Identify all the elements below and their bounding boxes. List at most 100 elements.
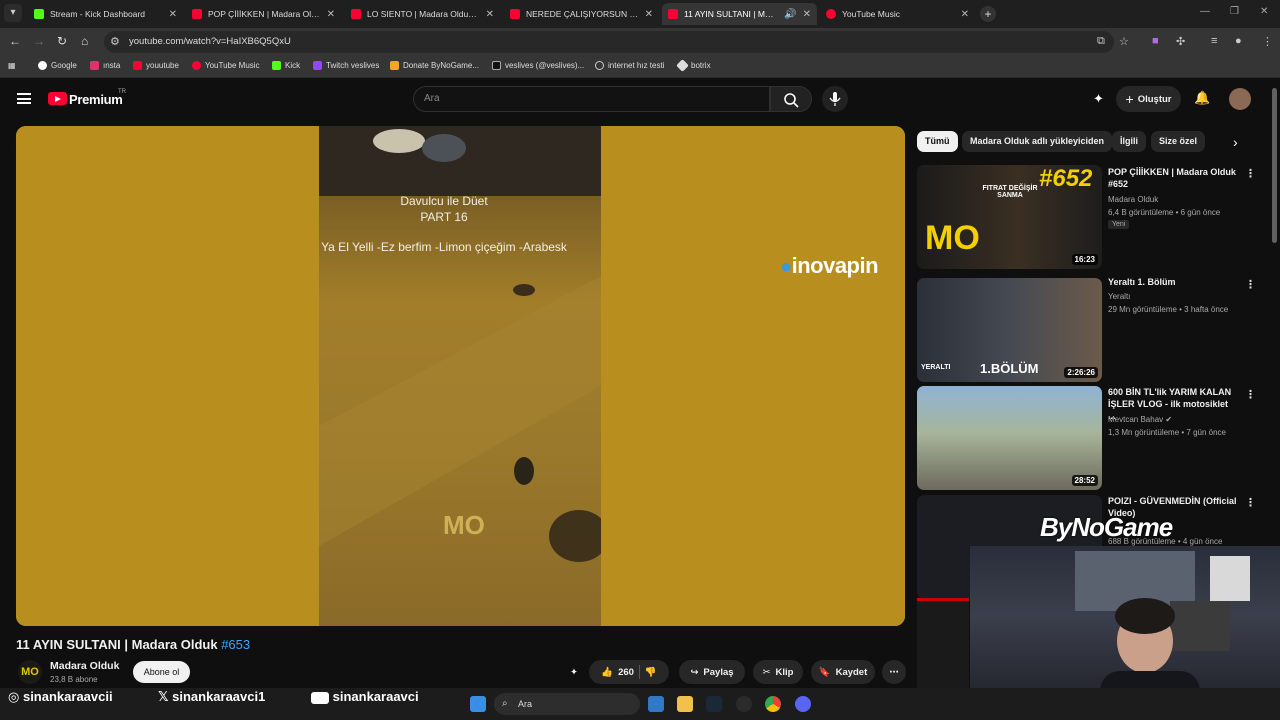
tab-pop-ciiikken[interactable]: POP ÇİİİKKEN | Madara Olduk # ✕	[186, 3, 341, 25]
bookmark-twitch[interactable]: Twitch veslives	[313, 61, 379, 70]
steam-icon[interactable]	[706, 696, 722, 712]
youtube-icon	[668, 9, 678, 19]
sparkle-icon[interactable]: ✦	[1093, 91, 1104, 107]
recommendation-channel[interactable]: Madara Olduk	[1108, 195, 1158, 204]
search-input[interactable]	[413, 86, 770, 112]
bookmark-donate-bynogame[interactable]: Donate ByNoGame...	[390, 61, 479, 70]
account-avatar[interactable]	[1229, 88, 1251, 110]
menu-icon[interactable]	[17, 93, 31, 104]
scrollbar[interactable]	[1272, 88, 1277, 243]
thumbs-down-icon[interactable]: 👎	[645, 667, 657, 678]
like-button[interactable]: 👍 260	[601, 667, 634, 678]
close-icon[interactable]: ✕	[803, 9, 811, 20]
video-hashtag[interactable]: #653	[221, 637, 250, 652]
bookmark-kick[interactable]: Kick	[272, 61, 300, 70]
task-view-icon[interactable]	[648, 696, 664, 712]
chip-all[interactable]: Tümü	[917, 131, 958, 152]
extensions-puzzle-icon[interactable]: ✣	[1176, 35, 1185, 48]
channel-avatar[interactable]: MO	[18, 660, 42, 684]
windows-start-icon[interactable]	[470, 696, 486, 712]
file-explorer-icon[interactable]	[677, 696, 693, 712]
home-icon[interactable]: ⌂	[81, 34, 88, 48]
youtube-logo-icon[interactable]	[48, 92, 67, 105]
close-icon[interactable]: ✕	[645, 9, 653, 20]
save-button[interactable]: 🔖 Kaydet	[811, 660, 875, 684]
chip-related[interactable]: İlgili	[1112, 131, 1146, 152]
recommendation-thumbnail[interactable]	[917, 598, 969, 688]
browser-menu-icon[interactable]: ⋮	[1262, 35, 1273, 48]
minimize-button[interactable]: —	[1200, 6, 1210, 17]
install-app-icon[interactable]: ⧉	[1097, 35, 1105, 48]
close-icon[interactable]: ✕	[327, 9, 335, 20]
profile-avatar[interactable]: ●	[1235, 35, 1242, 47]
media-control-icon[interactable]: ≡	[1211, 35, 1217, 47]
ask-ai-button[interactable]: ✦	[562, 660, 586, 684]
more-vertical-icon[interactable]: ⋮	[1245, 496, 1256, 509]
chevron-right-icon[interactable]: ›	[1233, 134, 1238, 150]
clip-button[interactable]: ✂ Klip	[753, 660, 803, 684]
recommendation-thumbnail[interactable]: MO FITRAT DEĞİŞİR SANMA #652 16:23	[917, 165, 1102, 269]
chip-for-you[interactable]: Size özel	[1151, 131, 1206, 152]
tab-search-button[interactable]: ▾	[4, 4, 22, 22]
like-dislike-group: 👍 260 👎	[589, 660, 669, 684]
recommendation-channel[interactable]: Mevtcan Bahav ✔	[1108, 415, 1172, 424]
close-icon[interactable]: ✕	[169, 9, 177, 20]
recommendation-channel[interactable]: Yeraltı	[1108, 292, 1130, 301]
tab-lo-siento[interactable]: LO SIENTO | Madara Olduk #65 ✕	[345, 3, 500, 25]
youtube-premium-logo[interactable]: Premium	[69, 92, 123, 107]
voice-search-button[interactable]	[822, 86, 848, 112]
more-vertical-icon[interactable]: ⋮	[1245, 278, 1256, 291]
extension-icon[interactable]: ■	[1152, 35, 1159, 47]
notifications-bell-icon[interactable]: 🔔	[1194, 90, 1210, 106]
tab-kick-dashboard[interactable]: Stream - Kick Dashboard ✕	[28, 3, 183, 25]
channel-name[interactable]: Madara Olduk	[50, 660, 119, 672]
recommendation-title[interactable]: Yeraltı 1. Bölüm	[1108, 276, 1238, 288]
reload-icon[interactable]: ↻	[57, 34, 67, 48]
youtube-icon	[351, 9, 361, 19]
bookmark-speedtest[interactable]: internet hız testi	[595, 61, 664, 70]
tab-11-ayin-sultani[interactable]: 11 AYIN SULTANI | Madara 🔊 ✕	[662, 3, 817, 25]
recommendation-title[interactable]: POP ÇİİİKKEN | Madara Olduk #652	[1108, 166, 1238, 190]
discord-icon[interactable]	[795, 696, 811, 712]
bookmark-youutube[interactable]: youutube	[133, 61, 179, 70]
twitch-icon	[313, 61, 322, 70]
bookmark-insta[interactable]: ınsta	[90, 61, 120, 70]
tab-youtube-music[interactable]: YouTube Music ✕	[820, 3, 975, 25]
tab-nerede-calisiyorsun[interactable]: NEREDE ÇALIŞIYORSUN | Mada ✕	[504, 3, 659, 25]
create-button[interactable]: + Oluştur	[1116, 86, 1181, 112]
obs-icon[interactable]	[736, 696, 752, 712]
video-title-text: 11 AYIN SULTANI | Madara Olduk	[16, 637, 218, 652]
bookmark-star-icon[interactable]: ☆	[1119, 35, 1129, 48]
chrome-icon[interactable]	[765, 696, 781, 712]
recommendation-meta: 1,3 Mn görüntüleme • 7 gün önce	[1108, 428, 1226, 437]
close-icon[interactable]: ✕	[486, 9, 494, 20]
tab-title: 11 AYIN SULTANI | Madara	[684, 9, 779, 19]
more-actions-button[interactable]: ⋯	[882, 660, 906, 684]
apps-icon[interactable]: ▦	[8, 61, 16, 70]
bookmark-youtube-music[interactable]: YouTube Music	[192, 61, 260, 70]
forward-icon[interactable]: →	[33, 34, 45, 48]
new-tab-button[interactable]: +	[980, 6, 996, 22]
chip-from-uploader[interactable]: Madara Olduk adlı yükleyiciden	[962, 131, 1113, 152]
sponsor-watermark: ●inovapin	[780, 253, 879, 279]
bookmark-google[interactable]: Google	[38, 61, 77, 70]
bookmark-botrix[interactable]: botrix	[676, 59, 711, 72]
site-info-icon[interactable]: ⚙	[110, 35, 120, 48]
close-window-button[interactable]: ✕	[1260, 6, 1268, 17]
more-vertical-icon[interactable]: ⋮	[1245, 167, 1256, 180]
close-icon[interactable]: ✕	[961, 9, 969, 20]
subscribe-button[interactable]: Abone ol	[133, 661, 190, 683]
back-icon[interactable]: ←	[9, 34, 21, 48]
more-vertical-icon[interactable]: ⋮	[1245, 388, 1256, 401]
channel-watermark: MO	[443, 510, 485, 540]
recommendation-thumbnail[interactable]: 28:52	[917, 386, 1102, 490]
taskbar-search[interactable]	[494, 693, 640, 715]
search-button[interactable]	[770, 86, 812, 112]
speaker-icon[interactable]: 🔊	[784, 9, 796, 20]
url-text[interactable]: youtube.com/watch?v=HaIXB6Q5QxU	[129, 36, 291, 47]
restore-button[interactable]: ❐	[1230, 6, 1239, 17]
bookmark-tiktok[interactable]: veslives (@veslives)...	[492, 61, 584, 70]
recommendation-thumbnail[interactable]: YERALTI 1.BÖLÜM 2:26:26	[917, 278, 1102, 382]
social-youtube: sinankaraavci	[311, 689, 419, 704]
share-button[interactable]: ↪ Paylaş	[679, 660, 745, 684]
